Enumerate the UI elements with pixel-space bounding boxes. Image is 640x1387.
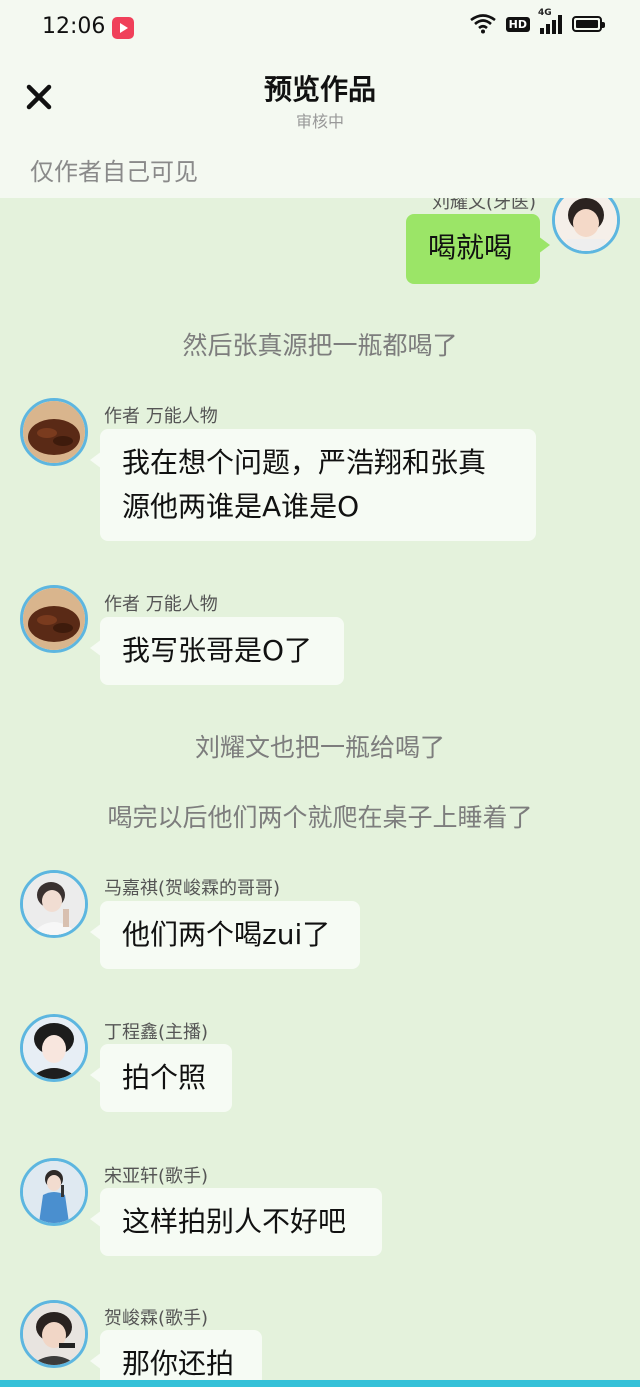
avatar[interactable]: [20, 1014, 88, 1082]
network-label: 4G: [538, 8, 552, 18]
narration-text: 喝完以后他们两个就爬在桌子上睡着了: [107, 803, 533, 832]
message-bubble[interactable]: 我在想个问题，严浩翔和张真 源他两谁是A谁是O: [90, 429, 536, 541]
sender-name: 作者 万能人物: [104, 594, 218, 615]
bottom-progress-bar: [0, 1380, 640, 1387]
sender-name: 丁程鑫(主播): [104, 1022, 209, 1043]
narration-text: 刘耀文也把一瓶给喝了: [194, 733, 445, 762]
preview-header: 预览作品 审核中 仅作者自己可见: [0, 56, 640, 198]
sender-name: 宋亚轩(歌手): [104, 1166, 209, 1187]
sender-name: 作者 万能人物: [104, 406, 218, 427]
avatar[interactable]: [20, 1300, 88, 1368]
hd-badge: HD: [505, 16, 530, 32]
message-bubble[interactable]: 这样拍别人不好吧: [90, 1188, 382, 1256]
my-message-bubble[interactable]: 喝就喝: [406, 214, 550, 284]
privacy-note: 仅作者自己可见: [30, 158, 198, 186]
message-line: 我在想个问题，严浩翔和张真: [122, 446, 487, 479]
wifi-icon: [469, 14, 496, 34]
avatar[interactable]: [20, 1158, 88, 1226]
status-icons: HD 4G: [469, 8, 605, 34]
message-bubble[interactable]: 我写张哥是O了: [90, 617, 344, 685]
sender-name: 贺峻霖(歌手): [104, 1308, 209, 1329]
status-bar: 12:06 HD 4G: [0, 0, 640, 56]
narration-text: 然后张真源把一瓶都喝了: [182, 331, 458, 360]
video-app-icon: [112, 17, 134, 39]
status-time: 12:06: [42, 14, 106, 39]
signal-icon: 4G: [538, 8, 562, 34]
avatar[interactable]: [20, 585, 88, 653]
review-status: 审核中: [295, 112, 344, 131]
sender-name: 马嘉祺(贺峻霖的哥哥): [104, 878, 281, 899]
message-bubble[interactable]: 他们两个喝zui了: [90, 901, 360, 969]
message-bubble[interactable]: 拍个照: [90, 1044, 232, 1112]
avatar[interactable]: [20, 398, 88, 466]
battery-icon: [572, 16, 605, 32]
avatar[interactable]: [20, 870, 88, 938]
page-title: 预览作品: [263, 73, 376, 106]
message-line: 源他两谁是A谁是O: [122, 490, 360, 523]
avatar[interactable]: [552, 198, 620, 254]
message-bubble[interactable]: 那你还拍: [90, 1330, 262, 1380]
sender-name: 刘耀文(牙医): [431, 198, 536, 213]
chat-area[interactable]: 刘耀文(牙医) 喝就喝 然后张真源把一瓶都喝了 作者 万能人物 我在想个问题，严…: [0, 198, 640, 1380]
